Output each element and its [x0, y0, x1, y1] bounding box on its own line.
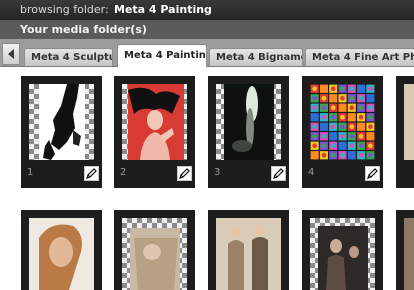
- tabs-scroll-left-button[interactable]: [2, 43, 20, 65]
- thumbnail-image[interactable]: [216, 218, 281, 290]
- thumbnail-image[interactable]: [29, 84, 94, 160]
- edit-button[interactable]: [177, 166, 192, 181]
- tab-meta4-fine-art-photography[interactable]: Meta 4 Fine Art Photography: [305, 48, 414, 66]
- thumbnail-number: 3: [214, 167, 221, 178]
- thumbnail-image[interactable]: [310, 84, 375, 160]
- media-thumbnail-card[interactable]: 1: [21, 76, 102, 188]
- browsing-label: browsing folder:: [20, 3, 109, 16]
- browsing-bar: browsing folder: Meta 4 Painting: [0, 0, 414, 20]
- media-thumbnail-card[interactable]: 2: [114, 76, 195, 188]
- folder-tab-strip: Meta 4 Sculpture Meta 4 Painting Meta 4 …: [0, 39, 414, 67]
- media-thumbnail-card[interactable]: 4: [302, 76, 383, 188]
- pencil-icon: [273, 168, 284, 179]
- thumbnail-image[interactable]: [404, 218, 414, 290]
- media-thumbnail-card[interactable]: [396, 76, 414, 188]
- media-thumbnail-card[interactable]: [21, 210, 102, 290]
- tab-meta4-bigname[interactable]: Meta 4 Bigname: [209, 48, 303, 66]
- edit-button[interactable]: [365, 166, 380, 181]
- media-folders-header: Your media folder(s): [0, 20, 414, 39]
- current-folder-name: Meta 4 Painting: [114, 3, 212, 16]
- tab-meta4-sculpture[interactable]: Meta 4 Sculpture: [24, 48, 113, 66]
- thumbnail-image[interactable]: [122, 218, 187, 290]
- pencil-icon: [179, 168, 190, 179]
- edit-button[interactable]: [84, 166, 99, 181]
- media-thumbnail-card[interactable]: [114, 210, 195, 290]
- thumbnail-image[interactable]: [29, 218, 94, 290]
- thumbnail-number: 2: [120, 167, 127, 178]
- thumbnail-image[interactable]: [122, 84, 187, 160]
- pencil-icon: [86, 168, 97, 179]
- tab-meta4-painting[interactable]: Meta 4 Painting: [117, 44, 207, 67]
- media-thumbnail-card[interactable]: [396, 210, 414, 290]
- media-thumbnail-card[interactable]: 3: [208, 76, 289, 188]
- edit-button[interactable]: [271, 166, 286, 181]
- pencil-icon: [367, 168, 378, 179]
- media-thumbnail-card[interactable]: [208, 210, 289, 290]
- media-thumbnail-card[interactable]: [302, 210, 383, 290]
- thumbnail-image[interactable]: [404, 84, 414, 160]
- thumbnail-image[interactable]: [310, 218, 375, 290]
- arrow-left-icon: [8, 49, 14, 59]
- media-folders-title: Your media folder(s): [20, 23, 147, 36]
- thumbnail-number: 4: [308, 167, 315, 178]
- thumbnail-image[interactable]: [216, 84, 281, 160]
- thumbnail-number: 1: [27, 167, 34, 178]
